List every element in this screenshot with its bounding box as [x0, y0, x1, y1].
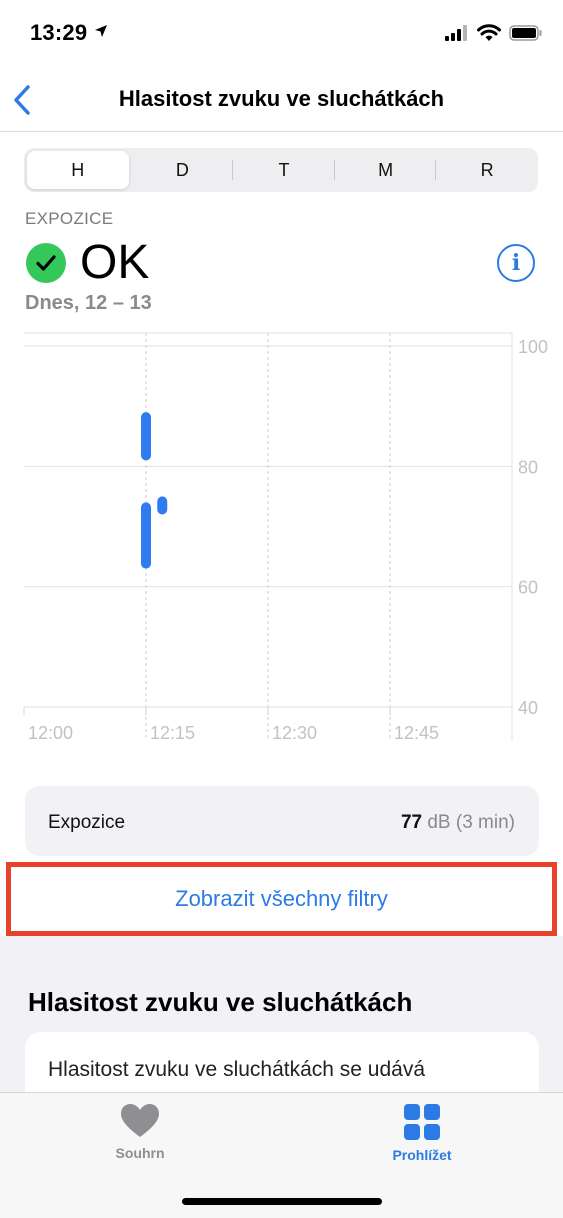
- segment-h[interactable]: H: [27, 151, 129, 189]
- exposure-label: EXPOZICE: [25, 209, 114, 228]
- home-indicator: [182, 1198, 382, 1205]
- grid-icon: [404, 1104, 440, 1140]
- summary-value-number: 77: [400, 812, 423, 833]
- y-tick-label: 80: [518, 457, 538, 477]
- status-bar: 13:29: [0, 0, 563, 70]
- y-tick-label: 100: [518, 337, 548, 357]
- segment-d[interactable]: D: [132, 148, 234, 192]
- segment-label: T: [278, 159, 290, 180]
- segment-label: D: [175, 159, 189, 180]
- date-range: Dnes, 12 – 13: [25, 292, 152, 314]
- heart-icon: [121, 1104, 159, 1137]
- x-tick-label: 12:00: [28, 723, 73, 743]
- location-arrow-icon: [94, 24, 108, 43]
- exposure-range-bar: [157, 496, 168, 515]
- status-time: 13:29: [30, 20, 88, 45]
- about-title: Hlasitost zvuku ve sluchátkách: [28, 987, 413, 1017]
- segment-label: M: [378, 159, 394, 180]
- page-title: Hlasitost zvuku ve sluchátkách: [118, 86, 445, 111]
- summary-value-unit: dB (3 min): [427, 812, 515, 833]
- x-tick-label: 12:30: [272, 723, 317, 743]
- cellular-signal-icon: [445, 25, 469, 46]
- tab-label: Prohlížet: [392, 1147, 452, 1163]
- segment-label: H: [71, 159, 85, 180]
- tab-label: Souhrn: [115, 1145, 165, 1161]
- summary-value: 77 dB (3 min): [401, 812, 515, 834]
- info-icon: i: [511, 250, 521, 276]
- exposure-status: OK: [26, 238, 149, 288]
- y-tick-label: 60: [518, 578, 538, 598]
- segment-r[interactable]: R: [436, 148, 538, 192]
- wifi-icon: [477, 24, 501, 47]
- exposure-range-bar: [141, 412, 151, 461]
- x-tick-label: 12:15: [150, 723, 195, 743]
- summary-label: Expozice: [48, 812, 126, 833]
- checkmark-icon: [26, 243, 66, 283]
- y-tick-label: 40: [518, 698, 538, 718]
- navigation-bar: Hlasitost zvuku ve sluchátkách: [0, 70, 563, 132]
- about-text: Hlasitost zvuku ve sluchátkách se udává: [48, 1058, 426, 1081]
- segment-m[interactable]: M: [335, 148, 437, 192]
- tab-browse[interactable]: Prohlížet: [362, 1103, 482, 1163]
- exposure-summary-card[interactable]: Expozice 77 dB (3 min): [25, 786, 539, 856]
- segment-t[interactable]: T: [233, 148, 335, 192]
- info-button[interactable]: i: [497, 244, 535, 282]
- exposure-range-bar: [141, 502, 151, 569]
- time-range-segmented-control: H D T M R: [24, 148, 538, 192]
- battery-icon: [509, 25, 543, 46]
- status-text: OK: [80, 236, 150, 289]
- x-tick-label: 12:45: [394, 723, 439, 743]
- exposure-chart[interactable]: 100 80 60 40 12:00 12:15 12:30 12:45: [0, 330, 563, 750]
- chart-svg: 100 80 60 40 12:00 12:15 12:30 12:45: [23, 332, 548, 743]
- segment-label: R: [480, 159, 494, 180]
- tab-summary[interactable]: Souhrn: [80, 1103, 200, 1161]
- show-all-filters-button[interactable]: Zobrazit všechny filtry: [6, 862, 557, 936]
